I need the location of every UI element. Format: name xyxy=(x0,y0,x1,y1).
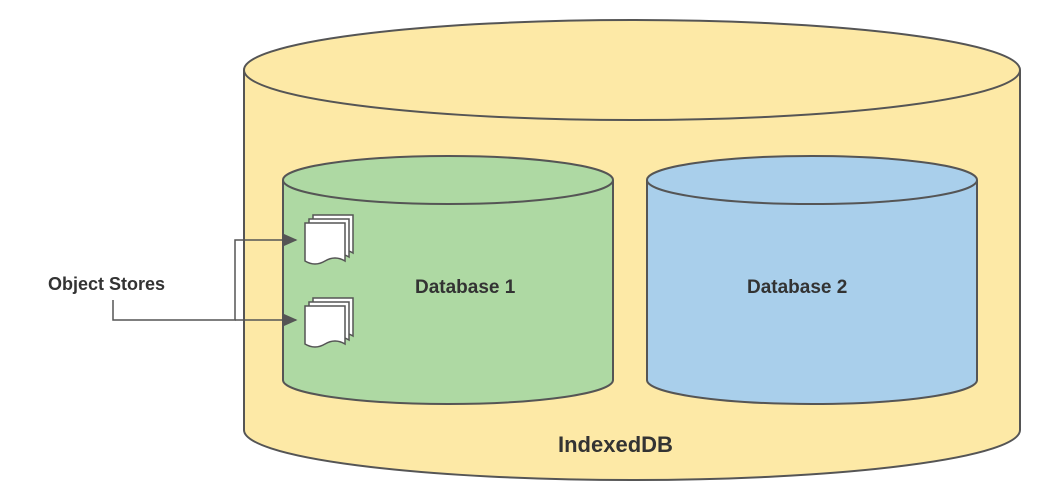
object-stores-label: Object Stores xyxy=(48,274,165,295)
database-1-label: Database 1 xyxy=(415,277,515,299)
diagram-canvas xyxy=(0,0,1060,500)
indexeddb-title: IndexedDB xyxy=(558,432,673,458)
database-2-label: Database 2 xyxy=(747,277,847,299)
